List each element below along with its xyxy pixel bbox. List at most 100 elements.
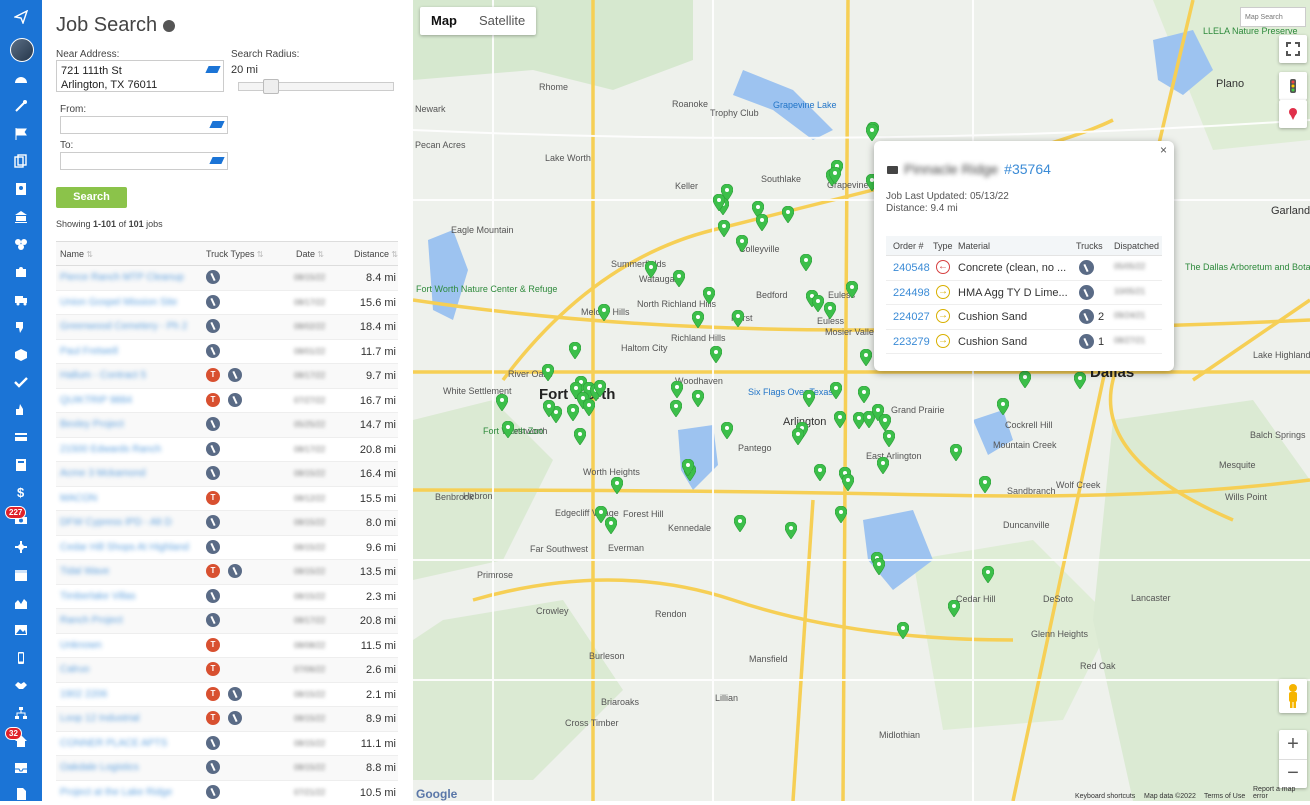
close-icon[interactable]: × [1160,143,1167,157]
job-marker-icon[interactable] [882,429,896,448]
column-header-name[interactable]: Name [60,249,93,259]
job-marker-icon[interactable] [720,421,734,440]
flag-icon[interactable] [0,123,42,145]
table-row[interactable]: Timberlake Villas 08/15/22 2.3 mi [56,585,398,609]
table-row[interactable]: QUIKTRIP 9884 T 07/27/22 16.7 mi [56,389,398,413]
check-icon[interactable] [0,371,42,393]
job-marker-icon[interactable] [784,521,798,540]
table-row[interactable]: Unknown T 08/08/22 11.5 mi [56,634,398,658]
thumbs-up-icon[interactable] [0,399,42,421]
globe-icon[interactable] [163,19,176,32]
table-row[interactable]: Project at the Lake Ridge 07/21/22 10.5 mi [56,781,398,802]
table-row[interactable]: Paul Fretwell 08/01/22 11.7 mi [56,340,398,364]
handshake-icon[interactable] [0,674,42,696]
job-marker-icon[interactable] [813,463,827,482]
table-row[interactable]: 1902 2206 T 08/15/22 2.1 mi [56,683,398,707]
job-marker-icon[interactable] [733,514,747,533]
job-marker-icon[interactable] [610,476,624,495]
inbox-icon[interactable] [0,757,42,779]
truck-icon[interactable] [0,289,42,311]
fullscreen-button[interactable] [1279,35,1307,63]
job-name-link[interactable]: CONNER PLACE APTS [60,738,196,749]
traffic-layer-button[interactable] [1279,72,1307,100]
google-logo[interactable]: Google [416,787,457,801]
job-name-link[interactable]: 21500 Edwards Ranch [60,444,196,455]
mobile-icon[interactable] [0,647,42,669]
order-number-link[interactable]: 223279 [893,336,930,348]
dollar-icon[interactable]: $ [0,481,42,503]
radius-slider-handle[interactable] [263,79,279,94]
job-marker-icon[interactable] [691,310,705,329]
calendar-icon[interactable] [0,564,42,586]
table-row[interactable]: Bexley Project 05/25/22 14.7 mi [56,413,398,438]
job-marker-icon[interactable] [495,393,509,412]
messages-badge[interactable]: 32 [5,727,22,740]
job-marker-icon[interactable] [669,399,683,418]
job-marker-icon[interactable] [702,286,716,305]
job-marker-icon[interactable] [981,565,995,584]
contact-card-icon[interactable] [0,178,42,200]
map-type-satellite-button[interactable]: Satellite [468,7,536,35]
copy-icon[interactable] [0,150,42,172]
map-view[interactable]: Fort WorthDallasArlingtonPlanoGarlandGra… [413,0,1310,801]
map-type-map-button[interactable]: Map [420,7,468,35]
job-marker-icon[interactable] [802,389,816,408]
table-row[interactable]: Hallum - Contract 5 T 08/17/22 9.7 mi [56,364,398,389]
send-icon[interactable] [0,6,42,28]
job-marker-icon[interactable] [1018,370,1032,389]
from-date-input[interactable] [60,116,228,134]
job-marker-icon[interactable] [735,234,749,253]
order-row[interactable]: 224027 → Cushion Sand 2 09/24/21 [886,305,1162,330]
places-layer-button[interactable] [1279,100,1307,128]
job-marker-icon[interactable] [691,389,705,408]
puzzle-icon[interactable] [0,261,42,283]
job-marker-icon[interactable] [865,123,879,142]
column-header-date[interactable]: Date [296,249,324,259]
job-marker-icon[interactable] [947,599,961,618]
table-row[interactable]: Loop 12 Industrial T 08/15/22 8.9 mi [56,707,398,732]
table-row[interactable]: DFW Cypress IPD - Alt D 08/15/22 8.0 mi [56,511,398,536]
job-marker-icon[interactable] [593,379,607,398]
cube-icon[interactable] [0,344,42,366]
job-marker-icon[interactable] [876,456,890,475]
job-name-link[interactable]: Oakdale Logistics [60,762,196,773]
search-button[interactable]: Search [56,187,127,208]
job-marker-icon[interactable] [872,557,886,576]
sitemap-icon[interactable] [0,702,42,724]
job-name-link[interactable]: Union Gospel Mission Site [60,297,196,308]
table-row[interactable]: Greenwood Cemetery - Ph 2 08/02/22 18.4 mi [56,315,398,340]
job-marker-icon[interactable] [799,253,813,272]
radius-slider[interactable] [238,79,394,94]
job-marker-icon[interactable] [501,420,515,439]
job-name-link[interactable]: Calruo [60,664,196,675]
table-row[interactable]: Pierce Ranch MTP Cleanup 08/15/22 8.4 mi [56,266,398,291]
job-marker-icon[interactable] [681,458,695,477]
image-icon[interactable] [0,619,42,641]
table-row[interactable]: MACON T 08/12/22 15.5 mi [56,487,398,511]
calculator-icon[interactable] [0,454,42,476]
job-name-link[interactable]: Ranch Project [60,615,196,626]
job-marker-icon[interactable] [857,385,871,404]
job-marker-icon[interactable] [541,363,555,382]
job-marker-icon[interactable] [829,381,843,400]
order-row[interactable]: 224498 → HMA Agg TY D Lime... 10/05/21 [886,281,1162,305]
job-marker-icon[interactable] [731,309,745,328]
job-name-link[interactable]: Hallum - Contract 5 [60,370,196,381]
job-marker-icon[interactable] [841,473,855,492]
table-row[interactable]: Oakdale Logistics 08/15/22 8.8 mi [56,756,398,781]
job-marker-icon[interactable] [604,516,618,535]
job-name-link[interactable]: Greenwood Cemetery - Ph 2 [60,321,196,332]
job-name-link[interactable]: DFW Cypress IPD - Alt D [60,517,196,528]
job-marker-icon[interactable] [833,410,847,429]
job-marker-icon[interactable] [896,621,910,640]
job-name-link[interactable]: Acme 3 Mckamond [60,468,196,479]
job-marker-icon[interactable] [597,303,611,322]
column-header-truck-types[interactable]: Truck Types [206,249,263,259]
area-chart-icon[interactable] [0,592,42,614]
table-row[interactable]: Tidal Wave T 08/15/22 13.5 mi [56,560,398,585]
table-row[interactable]: Acme 3 Mckamond 08/15/22 16.4 mi [56,462,398,487]
column-header-distance[interactable]: Distance [354,249,398,259]
move-icon[interactable] [0,536,42,558]
table-row[interactable]: Calruo T 07/06/22 2.6 mi [56,658,398,683]
job-name-link[interactable]: Pierce Ranch MTP Cleanup [60,272,196,283]
